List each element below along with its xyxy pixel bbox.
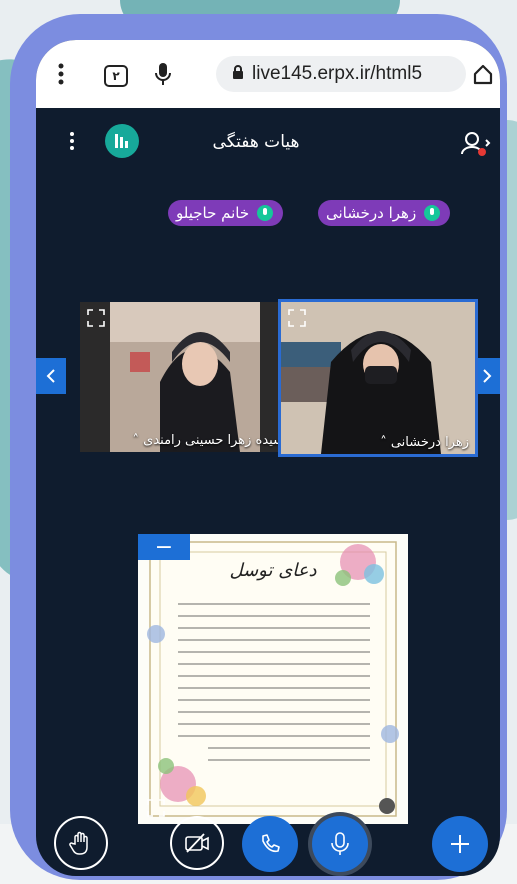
expand-icon[interactable] (86, 308, 106, 332)
leave-audio-button[interactable] (242, 816, 298, 872)
screen: ۲ live145.erpx.ir/html5 هیات هفتگی زهرا … (36, 40, 500, 876)
url-text: live145.erpx.ir/html5 (252, 63, 423, 84)
mic-icon (257, 205, 274, 221)
expand-icon[interactable] (287, 308, 307, 332)
mic-ring (308, 812, 372, 876)
mute-button[interactable] (312, 816, 368, 872)
home-icon[interactable] (472, 62, 494, 86)
talking-name: خانم حاجیلو (176, 204, 250, 222)
raise-hand-button[interactable] (54, 816, 108, 870)
minimize-presentation-button[interactable]: − (138, 534, 190, 560)
camera-off-button[interactable] (170, 816, 224, 870)
talking-indicators: زهرا درخشانی خانم حاجیلو (36, 200, 500, 230)
prev-video-button[interactable] (36, 358, 66, 394)
presentation-slide: دعای توسل (138, 534, 408, 824)
options-menu-icon[interactable] (70, 132, 74, 153)
browser-toolbar: ۲ live145.erpx.ir/html5 (36, 40, 500, 108)
slide-title: دعای توسل (229, 560, 317, 581)
participant-name: زهرا درخشانی ˄ (380, 435, 469, 450)
page-mark (379, 798, 395, 814)
participant-name: سیده زهرا حسینی رامندی ˄ (132, 433, 285, 448)
webcam-image (281, 302, 475, 454)
lock-icon (232, 64, 244, 84)
webcam-image (80, 302, 290, 452)
url-bar[interactable]: live145.erpx.ir/html5 (216, 56, 466, 92)
mic-icon (424, 205, 441, 221)
expand-icon[interactable] (146, 798, 166, 822)
talking-chip[interactable]: زهرا درخشانی (318, 200, 451, 226)
video-tile[interactable]: سیده زهرا حسینی رامندی ˄ (80, 302, 290, 452)
actions-menu-button[interactable] (432, 816, 488, 872)
browser-menu-icon[interactable] (58, 62, 64, 86)
talking-name: زهرا درخشانی (326, 204, 417, 222)
video-tile[interactable]: زهرا درخشانی ˄ (278, 299, 478, 457)
mic-icon[interactable] (154, 62, 172, 86)
tab-count[interactable]: ۲ (104, 65, 128, 87)
app-logo-icon (105, 124, 139, 158)
users-list-icon[interactable] (460, 130, 492, 164)
app-header: هیات هفتگی (36, 108, 500, 164)
meeting-title: هیات هفتگی (212, 132, 300, 152)
talking-chip[interactable]: خانم حاجیلو (168, 200, 284, 226)
phone-frame: ۲ live145.erpx.ir/html5 هیات هفتگی زهرا … (10, 14, 507, 880)
